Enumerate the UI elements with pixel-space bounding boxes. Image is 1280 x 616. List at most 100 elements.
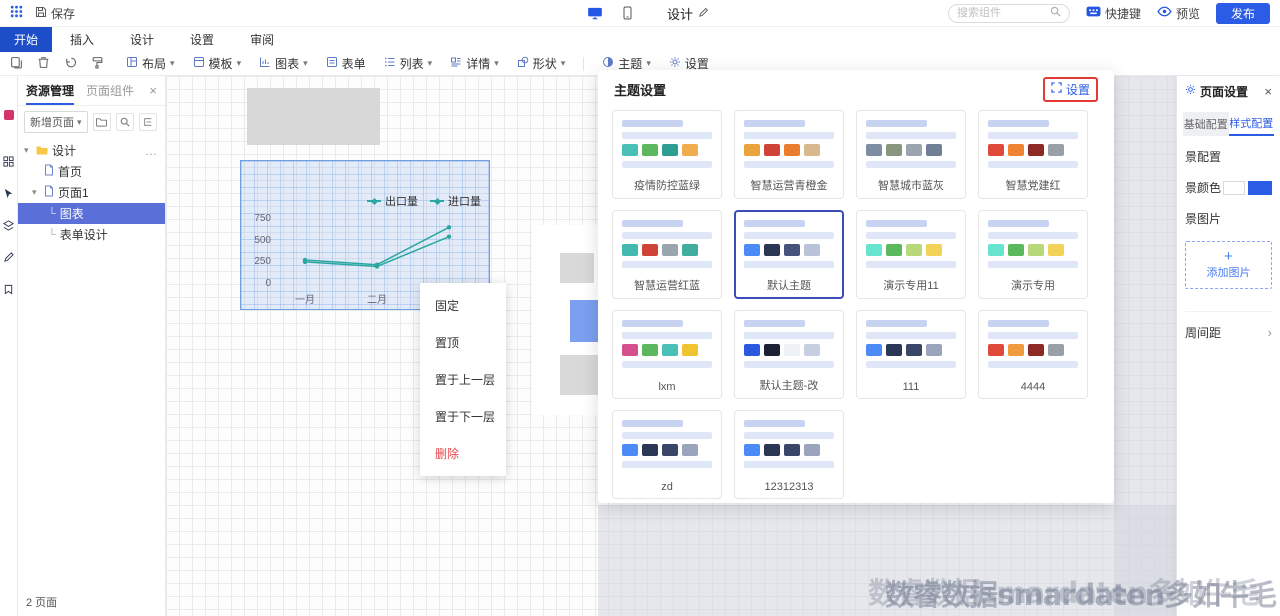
menu-tab-insert[interactable]: 插入 bbox=[52, 27, 112, 52]
spacing-label: 周间距 bbox=[1185, 324, 1221, 341]
components-icon[interactable] bbox=[3, 156, 14, 170]
theme-card[interactable]: 智慧运营红蓝 bbox=[612, 210, 722, 299]
search-icon bbox=[1050, 6, 1061, 20]
caret-down-icon: ▾ bbox=[303, 59, 308, 68]
tree-page-home[interactable]: 首页 bbox=[18, 161, 165, 182]
theme-color-swatch bbox=[926, 344, 942, 356]
theme-color-swatch bbox=[744, 444, 760, 456]
delete-icon[interactable] bbox=[37, 56, 50, 72]
shortcuts-button[interactable]: 快捷键 bbox=[1086, 5, 1141, 22]
theme-color-row bbox=[622, 244, 712, 256]
caret-down-icon: ▾ bbox=[237, 59, 242, 68]
theme-card[interactable]: 智慧运营青橙金 bbox=[734, 110, 844, 199]
pen-icon[interactable] bbox=[3, 252, 14, 266]
toolbar-item-form[interactable]: 表单 bbox=[326, 55, 366, 72]
caret-down-icon[interactable]: ▾ bbox=[24, 145, 32, 156]
placeholder-block[interactable] bbox=[560, 253, 594, 283]
brand-badge-icon[interactable] bbox=[4, 110, 14, 120]
menu-tab-settings[interactable]: 设置 bbox=[172, 27, 232, 52]
bookmark-icon[interactable] bbox=[3, 284, 14, 298]
left-icon-strip bbox=[0, 76, 18, 616]
theme-card[interactable]: 演示专用 bbox=[978, 210, 1088, 299]
tree-page-1[interactable]: ▾ 页面1 bbox=[18, 182, 165, 203]
theme-card[interactable]: 12312313 bbox=[734, 410, 844, 499]
paste-icon[interactable] bbox=[10, 56, 23, 72]
caret-down-icon[interactable]: ▾ bbox=[32, 187, 40, 198]
preview-button[interactable]: 预览 bbox=[1157, 5, 1200, 22]
tree-view-button[interactable] bbox=[139, 113, 157, 131]
theme-preview-bar bbox=[988, 361, 1078, 368]
theme-card[interactable]: 默认主题-改 bbox=[734, 310, 844, 399]
context-menu-item-send-backward[interactable]: 置于下一层 bbox=[420, 398, 506, 435]
theme-card[interactable]: 4444 bbox=[978, 310, 1088, 399]
placeholder-block[interactable] bbox=[560, 355, 602, 395]
toolbar-item-template[interactable]: 模板 ▾ bbox=[193, 55, 242, 72]
page-settings-panel: 页面设置 × 基础配置 样式配置 景配置 景颜色 景图片 + 添加 bbox=[1176, 76, 1280, 616]
preview-label: 预览 bbox=[1176, 5, 1200, 22]
theme-color-row bbox=[744, 344, 834, 356]
theme-preview-bar bbox=[988, 161, 1078, 168]
layers-icon[interactable] bbox=[3, 220, 14, 234]
theme-card[interactable]: 111 bbox=[856, 310, 966, 399]
tab-page-components[interactable]: 页面组件 bbox=[86, 76, 134, 105]
theme-card[interactable]: lxm bbox=[612, 310, 722, 399]
theme-card[interactable]: 演示专用11 bbox=[856, 210, 966, 299]
format-painter-icon[interactable] bbox=[91, 56, 104, 72]
theme-card[interactable]: 默认主题 bbox=[734, 210, 844, 299]
publish-button[interactable]: 发布 bbox=[1216, 3, 1270, 24]
context-menu-item-top[interactable]: 置顶 bbox=[420, 324, 506, 361]
menu-tab-start[interactable]: 开始 bbox=[0, 27, 52, 52]
mobile-device-button[interactable] bbox=[617, 4, 637, 22]
tab-resource-manager[interactable]: 资源管理 bbox=[26, 76, 74, 105]
bg-color-swatch-white[interactable] bbox=[1223, 181, 1245, 195]
component-search[interactable] bbox=[948, 4, 1070, 23]
tree-folder-design[interactable]: ▾ 设计 … bbox=[18, 140, 165, 161]
search-pages-button[interactable] bbox=[116, 113, 134, 131]
theme-color-swatch bbox=[662, 344, 678, 356]
save-button[interactable]: 保存 bbox=[35, 5, 75, 22]
context-menu-item-pin[interactable]: 固定 bbox=[420, 287, 506, 324]
tab-style-config[interactable]: 样式配置 bbox=[1229, 112, 1275, 136]
plus-icon: + bbox=[1224, 250, 1233, 264]
desktop-device-button[interactable] bbox=[585, 4, 605, 22]
theme-card[interactable]: 智慧城市蓝灰 bbox=[856, 110, 966, 199]
undo-icon[interactable] bbox=[64, 56, 77, 72]
document-title: 设计 bbox=[667, 4, 693, 23]
panel-close-icon[interactable]: × bbox=[149, 83, 157, 98]
more-options-icon[interactable]: … bbox=[145, 144, 165, 158]
panel-close-icon[interactable]: × bbox=[1264, 84, 1272, 99]
toolbar-item-list[interactable]: 列表 ▾ bbox=[384, 55, 433, 72]
edit-pencil-icon[interactable] bbox=[698, 6, 709, 21]
new-page-button[interactable]: 新增页面 ▾ bbox=[24, 111, 88, 133]
theme-color-swatch bbox=[662, 244, 678, 256]
theme-advanced-settings-button[interactable]: 设置 bbox=[1043, 77, 1098, 102]
bg-color-swatch-blue[interactable] bbox=[1248, 181, 1272, 195]
toolbar-item-chart[interactable]: 图表 ▾ bbox=[259, 55, 308, 72]
tree-label: 设计 bbox=[52, 142, 76, 159]
theme-color-swatch bbox=[804, 344, 820, 356]
spacing-section[interactable]: 周间距 › bbox=[1185, 311, 1272, 341]
theme-card[interactable]: 智慧党建红 bbox=[978, 110, 1088, 199]
placeholder-block[interactable] bbox=[247, 88, 380, 145]
tree-item-chart[interactable]: └ 图表 bbox=[18, 203, 165, 224]
theme-card[interactable]: zd bbox=[612, 410, 722, 499]
apps-grid-icon[interactable] bbox=[10, 5, 23, 21]
theme-name: 4444 bbox=[988, 381, 1078, 393]
theme-color-swatch bbox=[764, 344, 780, 356]
theme-color-swatch bbox=[926, 244, 942, 256]
theme-preview-bar bbox=[988, 220, 1049, 227]
theme-card[interactable]: 疫情防控蓝绿 bbox=[612, 110, 722, 199]
new-folder-button[interactable] bbox=[93, 113, 111, 131]
add-image-button[interactable]: + 添加图片 bbox=[1185, 241, 1272, 289]
menu-tab-review[interactable]: 审阅 bbox=[232, 27, 292, 52]
cursor-icon[interactable] bbox=[3, 188, 14, 202]
toolbar-item-layout[interactable]: 布局 ▾ bbox=[126, 55, 175, 72]
context-menu-item-bring-forward[interactable]: 置于上一层 bbox=[420, 361, 506, 398]
context-menu-item-delete[interactable]: 删除 bbox=[420, 435, 506, 472]
toolbar-item-detail[interactable]: 详情 ▾ bbox=[450, 55, 499, 72]
menu-tab-design[interactable]: 设计 bbox=[112, 27, 172, 52]
search-input[interactable] bbox=[957, 7, 1044, 19]
toolbar-item-shape[interactable]: 形状 ▾ bbox=[517, 55, 566, 72]
tab-basic-config[interactable]: 基础配置 bbox=[1183, 112, 1229, 136]
tree-item-form-design[interactable]: └ 表单设计 bbox=[18, 224, 165, 245]
